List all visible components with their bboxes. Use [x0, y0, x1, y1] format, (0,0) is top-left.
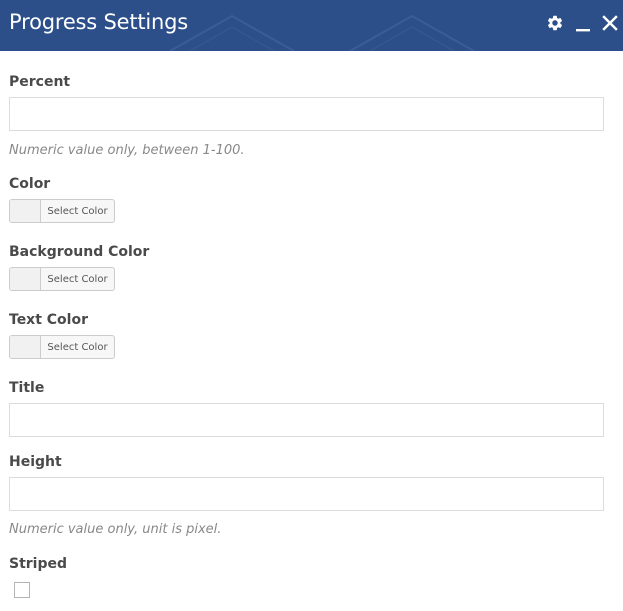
background-color-label: Background Color: [9, 244, 150, 260]
gear-icon: [547, 15, 563, 31]
striped-label: Striped: [9, 556, 68, 572]
close-button[interactable]: [599, 12, 621, 34]
background-color-select-label: Select Color: [47, 273, 108, 285]
background-color-select-button[interactable]: Select Color: [9, 267, 115, 291]
text-color-select-label: Select Color: [47, 341, 108, 353]
dialog-title: Progress Settings: [9, 10, 189, 34]
title-input[interactable]: [10, 404, 603, 436]
minimize-icon: [576, 29, 590, 32]
text-color-swatch: [10, 336, 41, 358]
close-icon: [602, 15, 618, 31]
dialog-header: Progress Settings: [0, 0, 623, 51]
percent-input[interactable]: [10, 98, 603, 130]
color-swatch: [10, 200, 41, 222]
color-select-label: Select Color: [47, 205, 108, 217]
height-input[interactable]: [10, 478, 603, 510]
height-hint: Numeric value only, unit is pixel.: [9, 522, 222, 537]
percent-hint: Numeric value only, between 1-100.: [9, 143, 245, 158]
striped-checkbox[interactable]: [14, 582, 30, 598]
settings-button[interactable]: [544, 12, 566, 34]
minimize-button[interactable]: [572, 12, 594, 34]
percent-field-wrapper: [9, 97, 604, 131]
color-label: Color: [9, 176, 51, 192]
text-color-select-button[interactable]: Select Color: [9, 335, 115, 359]
color-select-button[interactable]: Select Color: [9, 199, 115, 223]
text-color-label: Text Color: [9, 312, 88, 328]
height-label: Height: [9, 454, 62, 470]
title-field-wrapper: [9, 403, 604, 437]
title-label: Title: [9, 380, 45, 396]
percent-label: Percent: [9, 74, 71, 90]
background-color-swatch: [10, 268, 41, 290]
height-field-wrapper: [9, 477, 604, 511]
